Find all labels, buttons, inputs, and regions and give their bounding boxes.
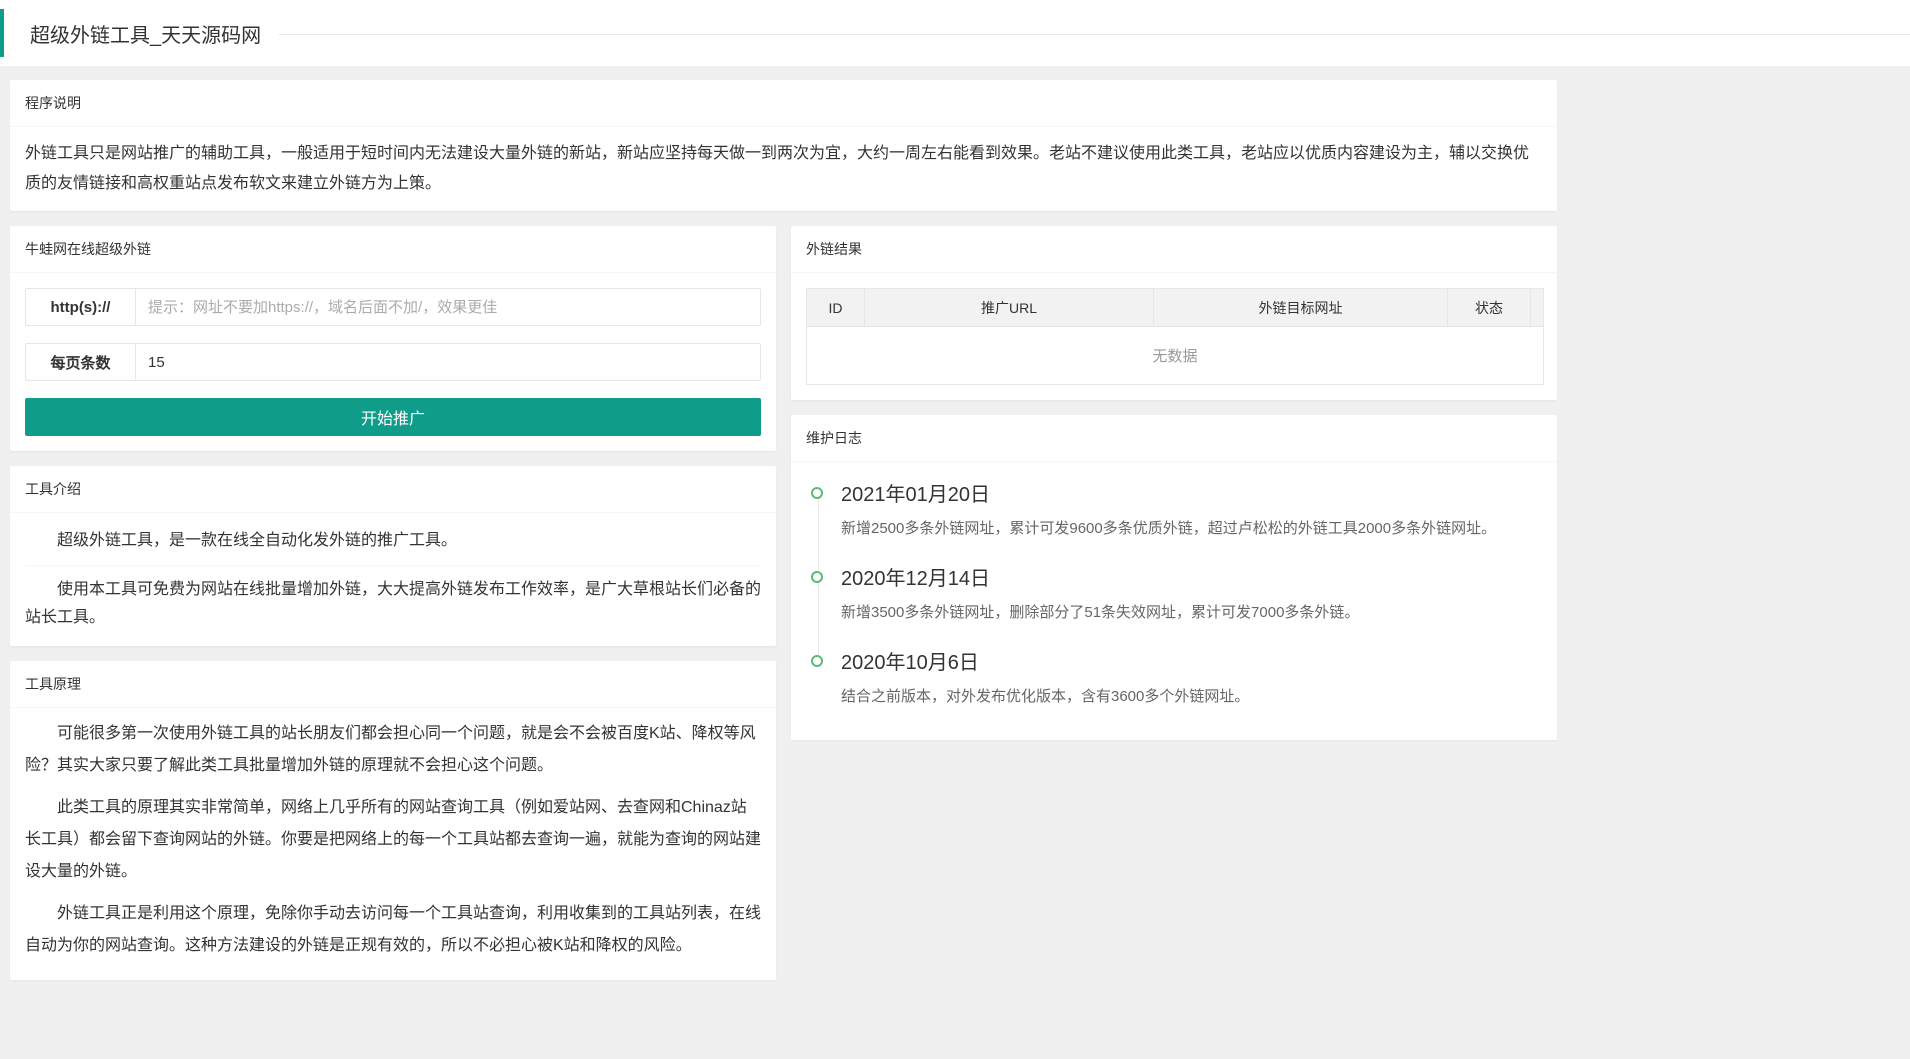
- url-input-group: http(s)://: [25, 288, 761, 326]
- accent-bar: [0, 9, 4, 57]
- timeline-circle-icon: [811, 571, 823, 583]
- per-page-input[interactable]: [136, 344, 760, 380]
- intro-list: 超级外链工具，是一款在线全自动化发外链的推广工具。 使用本工具可免费为网站在线批…: [10, 513, 776, 646]
- column-header-target-url: 外链目标网址: [1154, 289, 1448, 327]
- column-header-status: 状态: [1448, 289, 1531, 327]
- top-header: 超级外链工具_天天源码网: [0, 0, 1910, 66]
- per-page-label: 每页条数: [26, 344, 136, 380]
- empty-row: 无数据: [807, 327, 1544, 385]
- page: 超级外链工具_天天源码网 程序说明 外链工具只是网站推广的辅助工具，一般适用于短…: [0, 0, 1910, 990]
- timeline-item: 2020年10月6日 结合之前版本，对外发布优化版本，含有3600多个外链网址。: [811, 650, 1542, 734]
- log-card-title: 维护日志: [791, 415, 1557, 462]
- intro-card: 工具介绍 超级外链工具，是一款在线全自动化发外链的推广工具。 使用本工具可免费为…: [10, 466, 776, 646]
- principle-card: 工具原理 可能很多第一次使用外链工具的站长朋友们都会担心同一个问题，就是会不会被…: [10, 661, 776, 980]
- column-header-patch: [1531, 289, 1544, 327]
- result-card: 外链结果 ID 推广URL 外链目标网址 状态: [791, 226, 1557, 400]
- timeline-content: 新增3500多条外链网址，删除部分了51条失效网址，累计可发7000多条外链。: [841, 602, 1542, 624]
- result-table-header-row: ID 推广URL 外链目标网址 状态: [807, 289, 1544, 327]
- right-column: 外链结果 ID 推广URL 外链目标网址 状态: [791, 226, 1557, 740]
- principle-paragraph: 此类工具的原理其实非常简单，网络上几乎所有的网站查询工具（例如爱站网、去查网和C…: [25, 792, 761, 888]
- result-card-title: 外链结果: [791, 226, 1557, 273]
- intro-card-title: 工具介绍: [10, 466, 776, 513]
- per-page-input-group: 每页条数: [25, 343, 761, 381]
- tool-form: http(s):// 每页条数 开始推广: [10, 273, 776, 451]
- url-input[interactable]: [136, 289, 760, 325]
- principle-text: 可能很多第一次使用外链工具的站长朋友们都会担心同一个问题，就是会不会被百度K站、…: [10, 708, 776, 980]
- description-text: 外链工具只是网站推广的辅助工具，一般适用于短时间内无法建设大量外链的新站，新站应…: [10, 127, 1557, 211]
- url-protocol-label: http(s)://: [26, 289, 136, 325]
- principle-card-title: 工具原理: [10, 661, 776, 708]
- description-card: 程序说明 外链工具只是网站推广的辅助工具，一般适用于短时间内无法建设大量外链的新…: [10, 80, 1557, 211]
- two-column-layout: 牛蛙网在线超级外链 http(s):// 每页条数 开始推广: [10, 226, 1557, 980]
- empty-data-text: 无数据: [807, 327, 1544, 385]
- left-column: 牛蛙网在线超级外链 http(s):// 每页条数 开始推广: [10, 226, 776, 980]
- content-area: 程序说明 外链工具只是网站推广的辅助工具，一般适用于短时间内无法建设大量外链的新…: [0, 66, 1567, 990]
- timeline-circle-icon: [811, 655, 823, 667]
- intro-item: 使用本工具可免费为网站在线批量增加外链，大大提高外链发布工作效率，是广大草根站长…: [25, 566, 761, 642]
- column-header-promo-url: 推广URL: [865, 289, 1154, 327]
- description-card-title: 程序说明: [10, 80, 1557, 127]
- timeline-date: 2020年12月14日: [841, 566, 1542, 592]
- timeline-date: 2021年01月20日: [841, 482, 1542, 508]
- result-table: ID 推广URL 外链目标网址 状态 无数据: [806, 288, 1544, 385]
- intro-item: 超级外链工具，是一款在线全自动化发外链的推广工具。: [25, 517, 761, 566]
- column-header-id: ID: [807, 289, 865, 327]
- start-promotion-button[interactable]: 开始推广: [25, 398, 761, 436]
- tool-card-title: 牛蛙网在线超级外链: [10, 226, 776, 273]
- page-title: 超级外链工具_天天源码网: [30, 19, 261, 48]
- timeline-item: 2021年01月20日 新增2500多条外链网址，累计可发9600多条优质外链，…: [811, 482, 1542, 566]
- principle-paragraph: 可能很多第一次使用外链工具的站长朋友们都会担心同一个问题，就是会不会被百度K站、…: [25, 718, 761, 782]
- result-table-wrap: ID 推广URL 外链目标网址 状态 无数据: [791, 273, 1557, 400]
- log-card: 维护日志 2021年01月20日 新增2500多条外链网址，累计可发9600多条…: [791, 415, 1557, 740]
- tool-card: 牛蛙网在线超级外链 http(s):// 每页条数 开始推广: [10, 226, 776, 451]
- timeline-content: 结合之前版本，对外发布优化版本，含有3600多个外链网址。: [841, 686, 1542, 708]
- timeline-date: 2020年10月6日: [841, 650, 1542, 676]
- timeline-circle-icon: [811, 487, 823, 499]
- timeline-content: 新增2500多条外链网址，累计可发9600多条优质外链，超过卢松松的外链工具20…: [841, 518, 1542, 540]
- principle-paragraph: 外链工具正是利用这个原理，免除你手动去访问每一个工具站查询，利用收集到的工具站列…: [25, 898, 761, 962]
- maintenance-timeline: 2021年01月20日 新增2500多条外链网址，累计可发9600多条优质外链，…: [791, 462, 1557, 740]
- timeline-item: 2020年12月14日 新增3500多条外链网址，删除部分了51条失效网址，累计…: [811, 566, 1542, 650]
- title-divider: [279, 34, 1910, 35]
